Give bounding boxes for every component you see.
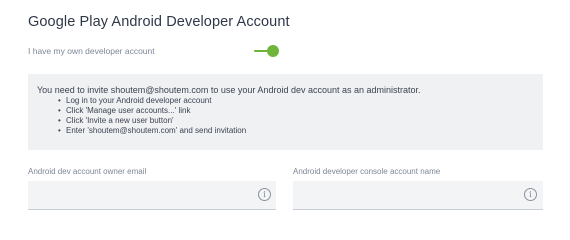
instructions-steps: Log in to your Android developer account…: [58, 96, 246, 136]
console-name-label: Android developer console account name: [293, 167, 441, 176]
instructions-box: You need to invite shoutem@shoutem.com t…: [28, 74, 543, 150]
info-icon[interactable]: i: [524, 188, 537, 201]
instruction-step: Click 'Invite a new user button': [58, 116, 246, 126]
instruction-step: Log in to your Android developer account: [58, 96, 246, 106]
own-account-toggle[interactable]: [254, 44, 280, 58]
owner-email-label: Android dev account owner email: [28, 167, 147, 176]
toggle-knob: [267, 45, 279, 57]
instruction-step: Enter 'shoutem@shoutem.com' and send inv…: [58, 126, 246, 136]
instruction-step: Click 'Manage user accounts...' link: [58, 106, 246, 116]
instructions-message: You need to invite shoutem@shoutem.com t…: [37, 85, 421, 95]
console-name-field[interactable]: i: [293, 181, 543, 210]
info-icon[interactable]: i: [258, 188, 271, 201]
owner-email-field[interactable]: i: [28, 181, 276, 210]
toggle-label: I have my own developer account: [28, 46, 155, 56]
page-title: Google Play Android Developer Account: [28, 14, 290, 30]
